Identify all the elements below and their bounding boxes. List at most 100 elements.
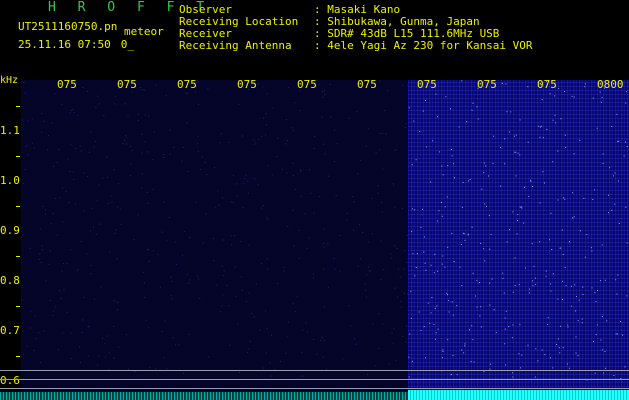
noise-speck (197, 150, 199, 152)
noise-speck (366, 296, 367, 298)
noise-speck (506, 241, 508, 243)
noise-speck (141, 187, 143, 189)
noise-speck (69, 171, 71, 172)
noise-speck (577, 355, 579, 357)
noise-speck (451, 233, 453, 234)
noise-speck (35, 338, 37, 340)
noise-speck (346, 212, 348, 214)
noise-speck (350, 325, 352, 327)
noise-speck (352, 196, 354, 198)
noise-speck (603, 372, 604, 374)
noise-speck (430, 312, 432, 314)
noise-speck (411, 231, 413, 233)
info-key: Receiving Antenna (179, 39, 292, 52)
noise-speck (247, 180, 249, 182)
noise-speck (552, 273, 554, 275)
noise-speck (169, 153, 171, 155)
noise-speck (70, 249, 72, 251)
noise-speck (196, 143, 198, 145)
noise-speck (626, 146, 628, 147)
noise-speck (86, 253, 88, 255)
noise-speck (59, 197, 61, 199)
noise-speck (377, 185, 379, 187)
noise-speck (40, 262, 42, 264)
noise-speck (602, 153, 604, 155)
noise-speck (442, 349, 444, 351)
noise-speck (236, 195, 238, 197)
noise-speck (22, 330, 23, 332)
noise-speck (460, 244, 462, 245)
noise-speck (384, 110, 386, 112)
freq-minor-tick (16, 306, 20, 307)
time-tick: 075 (417, 78, 437, 91)
noise-speck (367, 373, 369, 375)
noise-speck (404, 250, 406, 252)
noise-speck (214, 206, 216, 208)
noise-speck (626, 295, 628, 297)
meteor-label: meteor (124, 25, 164, 38)
noise-speck (579, 139, 581, 141)
noise-speck (62, 221, 64, 223)
noise-speck (188, 333, 190, 335)
noise-speck (550, 357, 551, 359)
noise-speck (29, 327, 31, 329)
noise-speck (348, 305, 350, 307)
noise-speck (564, 198, 566, 200)
noise-speck (512, 291, 514, 293)
noise-speck (476, 306, 478, 308)
noise-speck (21, 299, 23, 301)
noise-speck (542, 137, 544, 139)
noise-speck (281, 168, 283, 170)
noise-speck (489, 304, 491, 306)
noise-speck (214, 167, 215, 168)
noise-speck (444, 266, 446, 268)
noise-speck (255, 283, 257, 285)
noise-speck (564, 134, 566, 136)
noise-speck (63, 289, 65, 291)
noise-speck (617, 333, 618, 335)
noise-speck (292, 303, 294, 305)
noise-speck (83, 296, 85, 298)
noise-speck (117, 206, 119, 208)
noise-speck (550, 283, 551, 285)
noise-speck (397, 296, 398, 298)
noise-speck (321, 337, 323, 339)
noise-speck (354, 338, 355, 340)
noise-speck (220, 133, 222, 135)
noise-speck (476, 106, 478, 108)
noise-speck (141, 152, 143, 154)
noise-speck (60, 298, 62, 299)
noise-speck (107, 202, 109, 204)
noise-speck (316, 353, 318, 355)
noise-speck (266, 328, 268, 330)
noise-speck (130, 145, 132, 147)
noise-speck (75, 203, 76, 205)
noise-speck (442, 255, 444, 257)
noise-speck (584, 256, 586, 258)
noise-speck (155, 367, 157, 369)
noise-speck (512, 324, 514, 326)
noise-speck (73, 112, 75, 114)
freq-tick: 0.6 (0, 374, 20, 387)
noise-speck (609, 167, 611, 169)
noise-speck (313, 339, 315, 340)
noise-speck (483, 162, 485, 164)
noise-speck (333, 258, 335, 259)
noise-speck (228, 141, 230, 143)
noise-speck (77, 114, 79, 116)
noise-speck (299, 110, 301, 111)
noise-speck (272, 107, 274, 109)
noise-speck (576, 296, 577, 297)
noise-speck (562, 347, 564, 349)
noise-speck (549, 239, 550, 241)
noise-speck (550, 290, 552, 292)
noise-speck (357, 265, 359, 267)
noise-speck (552, 367, 554, 369)
noise-speck (296, 296, 298, 298)
noise-speck (38, 332, 40, 334)
noise-speck (414, 209, 416, 211)
noise-speck (392, 183, 394, 185)
noise-speck (399, 276, 401, 278)
noise-speck (265, 310, 266, 312)
freq-minor-tick (16, 106, 20, 107)
